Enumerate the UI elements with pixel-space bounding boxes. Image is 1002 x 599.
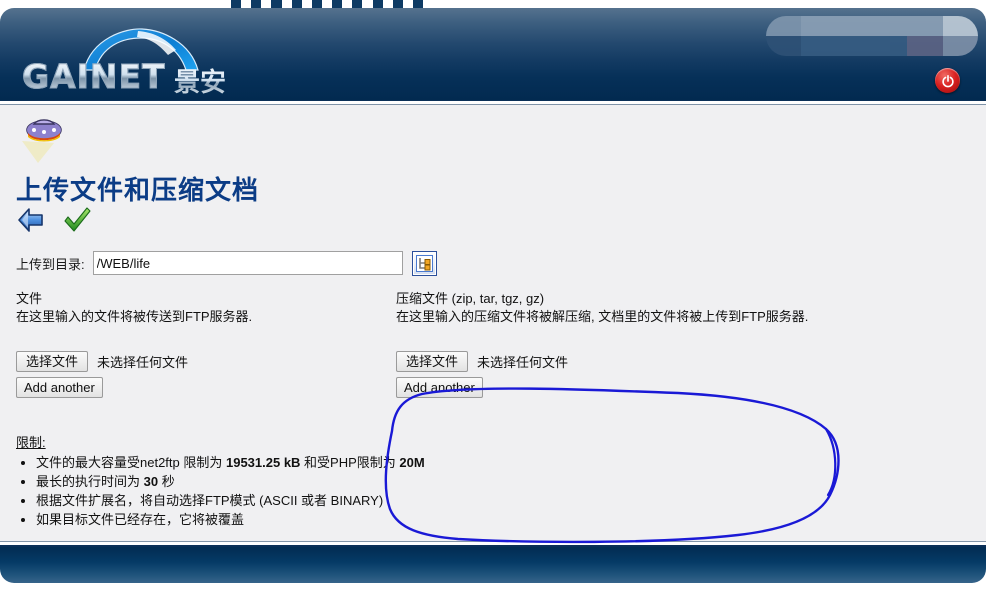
confirm-check-icon[interactable] [62, 206, 92, 234]
browse-directory-button[interactable] [411, 250, 437, 276]
files-add-another-button[interactable]: Add another [16, 377, 103, 398]
archives-column-heading: 压缩文件 (zip, tar, tgz, gz) [396, 291, 545, 306]
files-selected-status: 未选择任何文件 [97, 354, 189, 370]
files-choose-file-button[interactable]: 选择文件 [16, 350, 89, 372]
gainet-logo[interactable]: GAINET 景安 [22, 26, 252, 99]
power-logout-button[interactable] [935, 68, 960, 93]
redacted-top-strip [231, 0, 424, 8]
page-title: 上传文件和压缩文档 [16, 176, 260, 206]
files-upload-column: 文件 在这里输入的文件将被传送到FTP服务器. 选择文件 未选择任何文件 Add… [16, 290, 376, 398]
upload-directory-input[interactable] [92, 251, 403, 275]
archives-upload-column: 压缩文件 (zip, tar, tgz, gz) 在这里输入的压缩文件将被解压缩… [396, 290, 956, 398]
restrictions-list: 文件的最大容量受net2ftp 限制为 19531.25 kB 和受PHP限制为… [16, 453, 716, 529]
archives-column-description: 在这里输入的压缩文件将被解压缩, 文档里的文件将被上传到FTP服务器. [396, 309, 809, 324]
site-footer [0, 547, 986, 583]
redacted-account-block [766, 16, 978, 56]
files-column-description: 在这里输入的文件将被传送到FTP服务器. [16, 309, 253, 324]
power-icon [941, 74, 954, 87]
restrictions-title: 限制: [16, 435, 46, 450]
restriction-max-time: 30 [143, 474, 159, 489]
app-window: GAINET 景安 上传文件和压缩文档 上传到目录: /WEB/life 文件 … [0, 8, 986, 583]
archive-input-row: 选择文件 未选择任何文件 [396, 350, 956, 372]
upload-directory-row: 上传到目录: [16, 250, 437, 276]
restriction-php-limit: 20M [399, 455, 425, 470]
restriction-max-size: 19531.25 kB [225, 455, 301, 470]
restriction-time-c: 秒 [158, 474, 175, 489]
restriction-text-a: 文件的最大容量受net2ftp 限制为 [36, 455, 226, 470]
restriction-time-a: 最长的执行时间为 [36, 474, 144, 489]
restriction-item: 根据文件扩展名，将自动选择FTP模式 (ASCII 或者 BINARY) [36, 491, 716, 510]
restriction-text-c: 和受PHP限制为 [300, 455, 400, 470]
directory-tree-icon [415, 254, 433, 272]
page-toolbar [16, 205, 92, 235]
restriction-item: 如果目标文件已经存在，它将被覆盖 [36, 510, 716, 529]
archives-add-another-button[interactable]: Add another [396, 377, 483, 398]
logo-cn-name: 景安 [174, 62, 226, 99]
archives-choose-file-button[interactable]: 选择文件 [396, 350, 469, 372]
back-arrow-icon[interactable] [16, 206, 46, 234]
main-content: 上传文件和压缩文档 上传到目录: /WEB/life 文件 在这里输入的文件将被… [0, 105, 986, 544]
ufo-icon [22, 119, 62, 163]
site-header: GAINET 景安 [0, 8, 986, 100]
restrictions-section: 限制: 文件的最大容量受net2ftp 限制为 19531.25 kB 和受PH… [16, 432, 716, 529]
file-input-row: 选择文件 未选择任何文件 [16, 350, 376, 372]
upload-directory-label: 上传到目录: [16, 256, 85, 272]
logo-wordmark: GAINET [22, 57, 166, 97]
files-column-heading: 文件 [16, 291, 43, 306]
archives-selected-status: 未选择任何文件 [477, 354, 569, 370]
restriction-item: 最长的执行时间为 30 秒 [36, 472, 716, 491]
restriction-item: 文件的最大容量受net2ftp 限制为 19531.25 kB 和受PHP限制为… [36, 453, 716, 472]
